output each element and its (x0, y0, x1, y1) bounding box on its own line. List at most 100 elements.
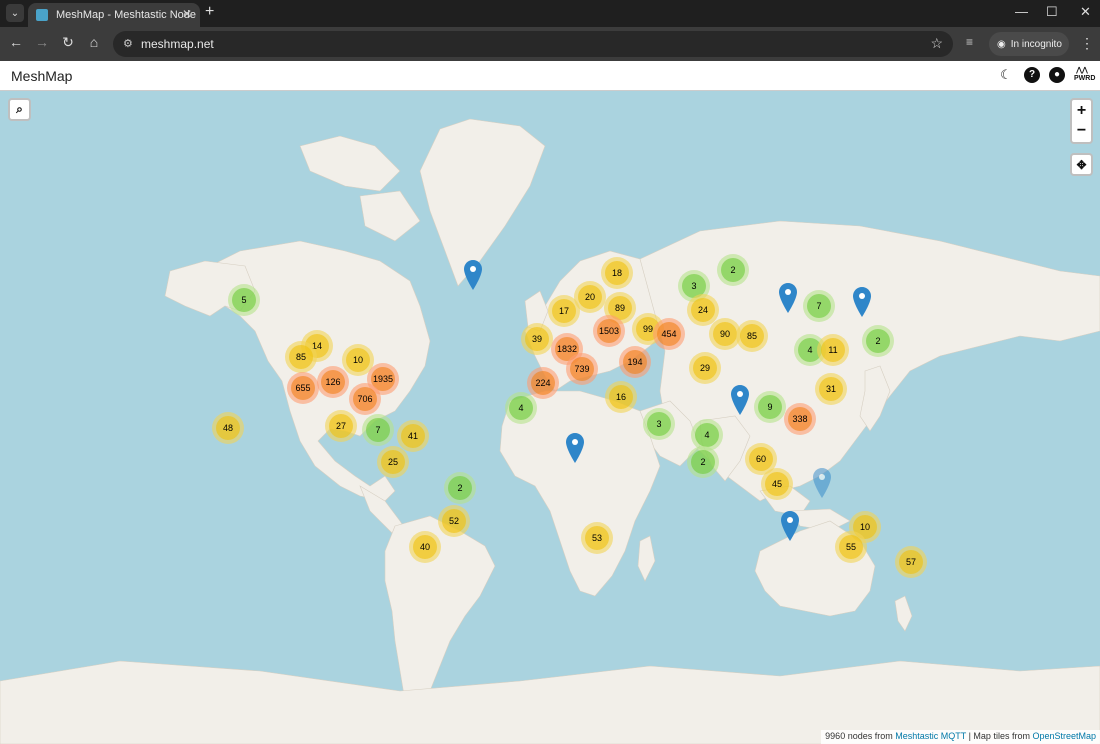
node-cluster[interactable]: 739 (566, 353, 598, 385)
node-pin-marker[interactable] (813, 468, 831, 498)
node-cluster[interactable]: 338 (784, 403, 816, 435)
cluster-count: 7 (807, 294, 831, 318)
node-pin-marker[interactable] (781, 511, 799, 541)
cluster-count: 20 (578, 285, 602, 309)
node-cluster[interactable]: 45 (761, 468, 793, 500)
address-bar[interactable]: ⚙ meshmap.net ☆ (113, 31, 953, 57)
node-cluster[interactable]: 41 (397, 420, 429, 452)
browser-toolbar: ← → ↻ ⌂ ⚙ meshmap.net ☆ ≡ ◉ In incognito… (0, 27, 1100, 61)
cluster-count: 706 (353, 387, 377, 411)
openstreetmap-link[interactable]: OpenStreetMap (1032, 731, 1096, 741)
browser-menu-button[interactable]: ⋮ (1080, 35, 1094, 52)
app-header: MeshMap ☾ ? ● ⋀⋀ PWRD (0, 61, 1100, 91)
home-button[interactable]: ⌂ (85, 34, 103, 50)
node-pin-marker[interactable] (464, 260, 482, 290)
bookmark-star-icon[interactable]: ☆ (930, 35, 943, 52)
help-icon[interactable]: ? (1024, 67, 1040, 83)
node-pin-marker[interactable] (566, 433, 584, 463)
node-cluster[interactable]: 48 (212, 412, 244, 444)
site-info-icon[interactable]: ⚙ (123, 37, 133, 50)
node-cluster[interactable]: 4 (505, 392, 537, 424)
tab-close-icon[interactable]: ✕ (182, 7, 192, 21)
node-cluster[interactable]: 194 (619, 346, 651, 378)
node-cluster[interactable]: 5 (228, 284, 260, 316)
incognito-label: In incognito (1010, 38, 1062, 50)
tab-search-button[interactable]: ⌄ (6, 4, 24, 22)
cluster-count: 31 (819, 377, 843, 401)
locate-button[interactable]: ✥ (1070, 153, 1093, 176)
meshtastic-mqtt-link[interactable]: Meshtastic MQTT (895, 731, 966, 741)
new-tab-button[interactable]: + (205, 3, 214, 21)
node-pin-marker[interactable] (853, 287, 871, 317)
cluster-count: 2 (866, 329, 890, 353)
node-cluster[interactable]: 655 (287, 372, 319, 404)
cluster-count: 85 (740, 324, 764, 348)
node-cluster[interactable]: 29 (689, 352, 721, 384)
node-cluster[interactable]: 3 (643, 408, 675, 440)
minimize-button[interactable]: — (1015, 4, 1028, 19)
cluster-count: 90 (713, 322, 737, 346)
node-cluster[interactable]: 39 (521, 323, 553, 355)
node-cluster[interactable]: 2 (687, 446, 719, 478)
pwrd-logo[interactable]: ⋀⋀ PWRD (1074, 67, 1095, 83)
cluster-count: 57 (899, 550, 923, 574)
incognito-indicator[interactable]: ◉ In incognito (989, 32, 1069, 56)
node-pin-marker[interactable] (779, 283, 797, 313)
cluster-count: 11 (821, 338, 845, 362)
node-cluster[interactable]: 9 (754, 391, 786, 423)
node-cluster[interactable]: 18 (601, 257, 633, 289)
brand-title[interactable]: MeshMap (11, 68, 72, 84)
cluster-count: 39 (525, 327, 549, 351)
cluster-count: 338 (788, 407, 812, 431)
node-cluster[interactable]: 31 (815, 373, 847, 405)
node-cluster[interactable]: 224 (527, 367, 559, 399)
cluster-count: 10 (346, 348, 370, 372)
forward-button[interactable]: → (33, 34, 51, 50)
zoom-out-button[interactable]: − (1077, 121, 1086, 141)
node-cluster[interactable]: 706 (349, 383, 381, 415)
node-cluster[interactable]: 16 (605, 381, 637, 413)
node-cluster[interactable]: 85 (736, 320, 768, 352)
search-button[interactable]: ⌕ (8, 98, 31, 121)
browser-tab[interactable]: MeshMap - Meshtastic Node M ✕ (28, 3, 200, 27)
cluster-count: 194 (623, 350, 647, 374)
moon-icon[interactable]: ☾ (998, 67, 1014, 83)
cluster-count: 4 (509, 396, 533, 420)
node-cluster[interactable]: 25 (377, 446, 409, 478)
url-text: meshmap.net (141, 37, 214, 51)
cluster-count: 29 (693, 356, 717, 380)
maximize-button[interactable]: ☐ (1046, 4, 1058, 20)
node-cluster[interactable]: 7 (803, 290, 835, 322)
map-tiles (0, 118, 1100, 744)
cluster-count: 655 (291, 376, 315, 400)
node-cluster[interactable]: 454 (653, 318, 685, 350)
back-button[interactable]: ← (7, 34, 25, 50)
zoom-in-button[interactable]: + (1077, 101, 1086, 121)
node-cluster[interactable]: 11 (817, 334, 849, 366)
node-cluster[interactable]: 2 (717, 254, 749, 286)
cluster-count: 16 (609, 385, 633, 409)
node-cluster[interactable]: 55 (835, 531, 867, 563)
node-pin-marker[interactable] (731, 385, 749, 415)
github-icon[interactable]: ● (1049, 67, 1065, 83)
node-cluster[interactable]: 2 (444, 472, 476, 504)
node-cluster[interactable]: 126 (317, 366, 349, 398)
node-cluster[interactable]: 53 (581, 522, 613, 554)
reload-button[interactable]: ↻ (59, 34, 77, 51)
node-cluster[interactable]: 20 (574, 281, 606, 313)
node-cluster[interactable]: 1503 (593, 315, 625, 347)
cluster-count: 53 (585, 526, 609, 550)
zoom-control: + − (1070, 98, 1093, 144)
node-cluster[interactable]: 52 (438, 505, 470, 537)
node-cluster[interactable]: 57 (895, 546, 927, 578)
node-cluster[interactable]: 85 (285, 341, 317, 373)
node-cluster[interactable]: 7 (362, 414, 394, 446)
reading-list-icon[interactable]: ≡ (966, 35, 973, 49)
cluster-count: 25 (381, 450, 405, 474)
node-cluster[interactable]: 27 (325, 410, 357, 442)
world-map[interactable]: ⌕ + − ✥ 5 14 85 10 655 126 1935 706 48 2… (0, 91, 1100, 744)
node-cluster[interactable]: 2 (862, 325, 894, 357)
node-cluster[interactable]: 40 (409, 531, 441, 563)
cluster-count: 40 (413, 535, 437, 559)
window-close-button[interactable]: ✕ (1080, 4, 1091, 20)
